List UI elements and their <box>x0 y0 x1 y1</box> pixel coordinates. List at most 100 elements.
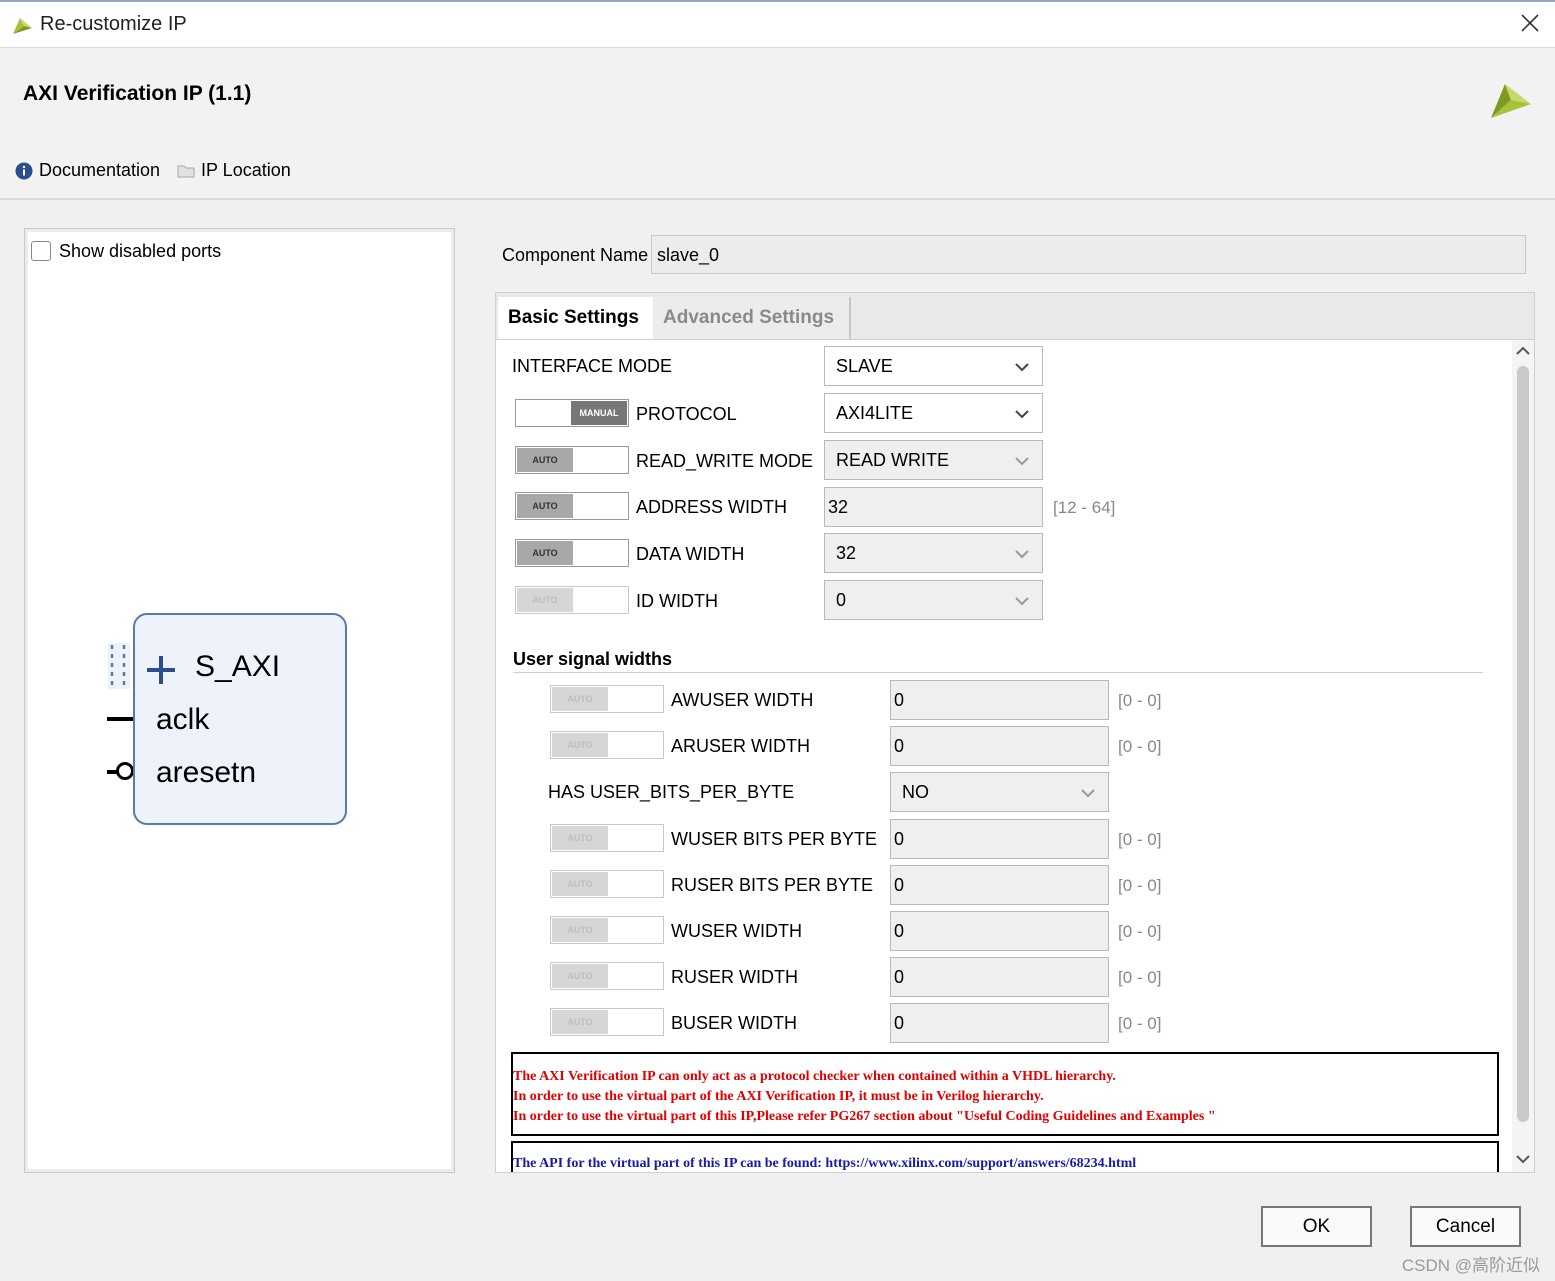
info-icon <box>15 162 33 179</box>
symbol-preview-panel: Show disabled ports S_AXI aclk aresetn <box>24 228 455 1173</box>
ruser-width-input[interactable]: 0 <box>890 957 1109 997</box>
ruser-width-range: [0 - 0] <box>1118 968 1162 987</box>
toggle-knob: MANUAL <box>571 401 627 425</box>
scroll-up-icon[interactable] <box>1515 344 1531 358</box>
cancel-button[interactable]: Cancel <box>1410 1206 1521 1247</box>
id-width-toggle[interactable]: AUTO <box>515 586 629 614</box>
aresetn-bubble <box>116 762 134 780</box>
plus-icon[interactable] <box>146 655 176 685</box>
wuser-bits-per-byte-toggle[interactable]: AUTO <box>550 824 664 852</box>
buser-width-input[interactable]: 0 <box>890 1003 1109 1043</box>
chevron-down-icon <box>1015 550 1029 559</box>
window-title: Re-customize IP <box>40 13 187 35</box>
toggle-knob: AUTO <box>517 448 573 472</box>
tab-advanced-settings[interactable]: Advanced Settings <box>653 297 851 340</box>
aruser-width-label: ARUSER WIDTH <box>671 736 810 756</box>
wuser-width-toggle[interactable]: AUTO <box>550 916 664 944</box>
toggle-knob: AUTO <box>517 541 573 565</box>
read-write-mode-dropdown[interactable]: READ WRITE <box>824 440 1043 480</box>
documentation-link[interactable]: Documentation <box>15 160 160 181</box>
tab-basic-settings[interactable]: Basic Settings <box>498 297 653 340</box>
aruser-width-range: [0 - 0] <box>1118 737 1162 756</box>
ruser-bits-per-byte-toggle[interactable]: AUTO <box>550 870 664 898</box>
ruser-bits-per-byte-label: RUSER BITS PER BYTE <box>671 875 874 895</box>
data-width-toggle[interactable]: AUTO <box>515 539 629 567</box>
component-name-input[interactable]: slave_0 <box>651 235 1526 274</box>
protocol-mode-toggle[interactable]: MANUAL <box>515 399 629 427</box>
awuser-width-label: AWUSER WIDTH <box>671 690 814 710</box>
ruser-width-label: RUSER WIDTH <box>671 967 798 987</box>
aresetn-port-label: aresetn <box>156 756 257 789</box>
ip-block-symbol: S_AXI aclk aresetn <box>133 613 347 825</box>
ip-header: AXI Verification IP (1.1) Documentation … <box>0 48 1555 200</box>
read-write-mode-label: READ_WRITE MODE <box>636 451 814 471</box>
toggle-knob: AUTO <box>517 588 573 612</box>
data-width-dropdown[interactable]: 32 <box>824 533 1043 573</box>
buser-width-toggle[interactable]: AUTO <box>550 1008 664 1036</box>
wuser-width-label: WUSER WIDTH <box>671 921 802 941</box>
aruser-width-toggle[interactable]: AUTO <box>550 731 664 759</box>
awuser-width-input[interactable]: 0 <box>890 680 1109 720</box>
wuser-bits-per-byte-label: WUSER BITS PER BYTE <box>671 829 878 849</box>
has-user-bits-per-byte-dropdown[interactable]: NO <box>890 772 1109 812</box>
has-user-bits-per-byte-value: NO <box>902 782 929 802</box>
chevron-down-icon <box>1015 410 1029 419</box>
id-width-dropdown[interactable]: 0 <box>824 580 1043 620</box>
ruser-bits-per-byte-input[interactable]: 0 <box>890 865 1109 905</box>
api-note: The API for the virtual part of this IP … <box>511 1141 1499 1172</box>
xilinx-app-icon <box>13 18 32 34</box>
user-signal-widths-heading: User signal widths <box>513 649 673 669</box>
note-line-1: The AXI Verification IP can only act as … <box>513 1069 1116 1084</box>
has-user-bits-per-byte-label: HAS USER_BITS_PER_BYTE <box>548 782 795 802</box>
documentation-label: Documentation <box>39 160 161 180</box>
toggle-knob: AUTO <box>552 872 608 896</box>
note-line-3: In order to use the virtual part of this… <box>513 1109 1216 1124</box>
basic-settings-panel: INTERFACE MODE SLAVE MANUAL PROTOCOL AXI… <box>495 339 1535 1173</box>
toggle-knob: AUTO <box>552 918 608 942</box>
chevron-down-icon <box>1015 457 1029 466</box>
address-width-input[interactable]: 32 <box>824 487 1043 527</box>
toggle-knob: AUTO <box>517 494 573 518</box>
ruser-width-toggle[interactable]: AUTO <box>550 962 664 990</box>
aruser-width-input[interactable]: 0 <box>890 726 1109 766</box>
ip-location-link[interactable]: IP Location <box>177 160 291 181</box>
toggle-knob: AUTO <box>552 1010 608 1034</box>
scroll-down-icon[interactable] <box>1515 1152 1531 1166</box>
bus-port-marker <box>108 643 130 689</box>
wuser-width-input[interactable]: 0 <box>890 911 1109 951</box>
ok-button[interactable]: OK <box>1261 1206 1372 1247</box>
scrollbar-thumb[interactable] <box>1517 366 1529 1122</box>
api-link-text[interactable]: The API for the virtual part of this IP … <box>513 1156 1497 1172</box>
aclk-port-label: aclk <box>156 703 210 736</box>
vertical-scrollbar[interactable] <box>1512 340 1534 1172</box>
toggle-knob: AUTO <box>552 964 608 988</box>
interface-mode-dropdown[interactable]: SLAVE <box>824 346 1043 386</box>
data-width-value: 32 <box>836 543 857 563</box>
protocol-value: AXI4LITE <box>836 403 914 423</box>
address-width-range: [12 - 64] <box>1053 498 1116 517</box>
note-line-2: In order to use the virtual part of the … <box>513 1089 1044 1104</box>
toggle-knob: AUTO <box>552 687 608 711</box>
read-write-mode-value: READ WRITE <box>836 450 950 470</box>
title-bar: Re-customize IP <box>0 0 1555 48</box>
ip-location-label: IP Location <box>201 160 291 180</box>
id-width-value: 0 <box>836 590 847 610</box>
watermark: CSDN @高阶近似 <box>1401 1256 1540 1275</box>
close-icon[interactable] <box>1517 10 1543 36</box>
toggle-knob: AUTO <box>552 826 608 850</box>
interface-mode-value: SLAVE <box>836 356 893 376</box>
awuser-width-toggle[interactable]: AUTO <box>550 685 664 713</box>
show-disabled-ports-checkbox[interactable] <box>31 241 51 261</box>
s-axi-port-label: S_AXI <box>195 650 281 683</box>
buser-width-label: BUSER WIDTH <box>671 1013 797 1033</box>
wuser-bits-per-byte-input[interactable]: 0 <box>890 819 1109 859</box>
aclk-port-line <box>107 717 133 721</box>
ruser-bits-per-byte-range: [0 - 0] <box>1118 876 1162 895</box>
read-write-mode-toggle[interactable]: AUTO <box>515 446 629 474</box>
awuser-width-range: [0 - 0] <box>1118 691 1162 710</box>
show-disabled-ports-label: Show disabled ports <box>59 241 222 261</box>
protocol-dropdown[interactable]: AXI4LITE <box>824 393 1043 433</box>
xilinx-logo-icon <box>1491 84 1531 118</box>
id-width-label: ID WIDTH <box>636 591 718 611</box>
address-width-toggle[interactable]: AUTO <box>515 492 629 520</box>
